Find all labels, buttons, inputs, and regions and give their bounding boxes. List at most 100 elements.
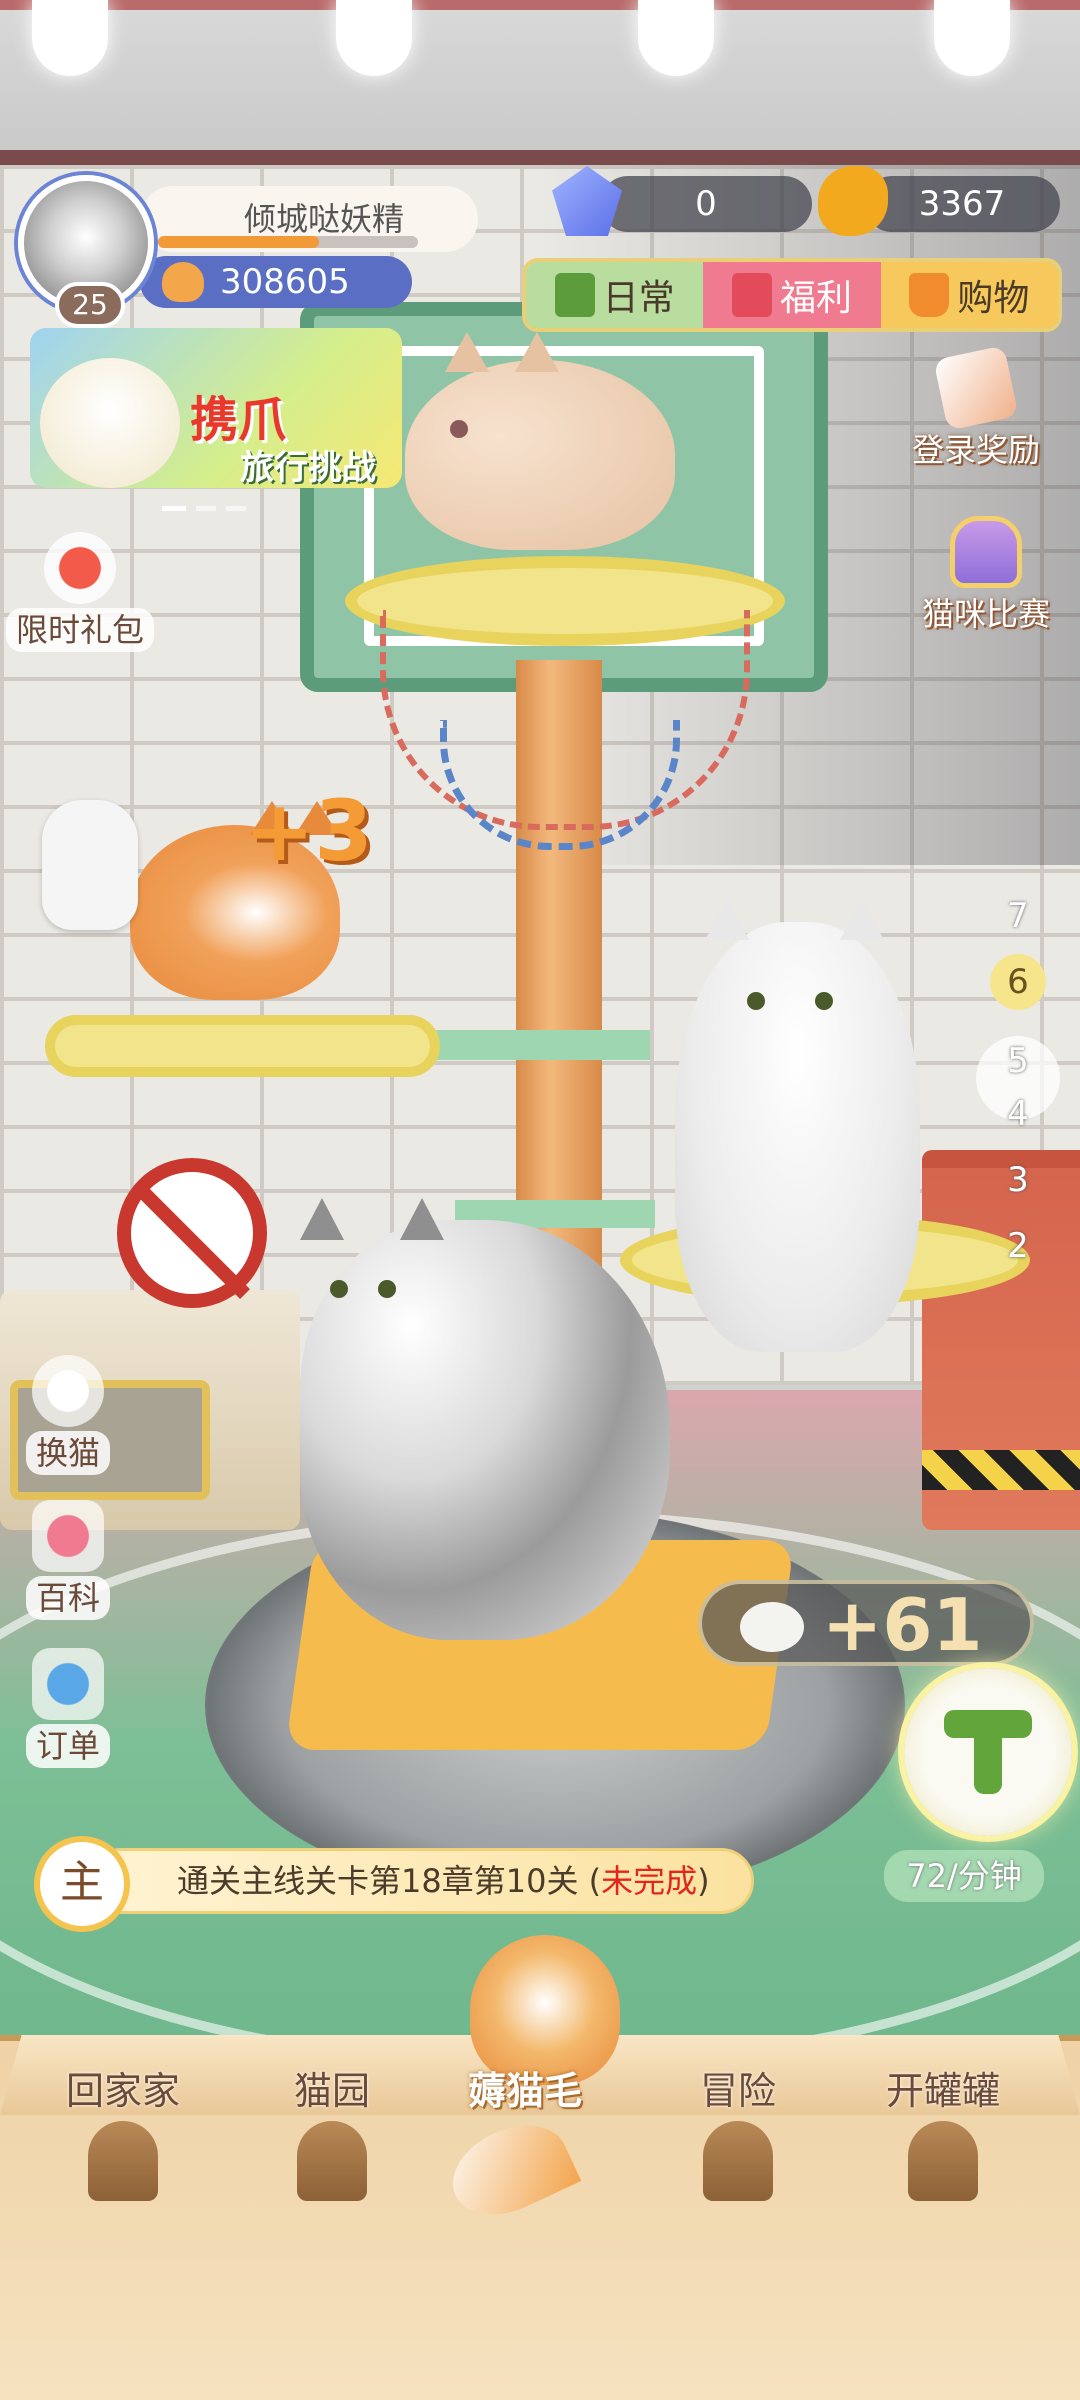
floor-selector: 7 6 5 4 3 2 — [976, 888, 1060, 1268]
login-reward-button[interactable]: 登录奖励 — [912, 345, 1041, 472]
pager-dot — [196, 506, 216, 511]
fish-counter[interactable]: 3367 — [864, 176, 1060, 232]
ceiling-light — [336, 0, 412, 76]
fur-amount: +61 — [822, 1583, 983, 1667]
cat-ear — [840, 900, 884, 940]
cat-eye — [815, 992, 833, 1010]
nav-adventure-label: 冒险 — [700, 2069, 777, 2113]
gem-value: 0 — [695, 184, 717, 224]
bonus-popup: +3 — [244, 782, 373, 880]
tab-shop[interactable]: 购物 — [880, 262, 1058, 328]
cat-ear — [445, 332, 489, 372]
floor-6[interactable]: 6 — [990, 954, 1046, 1010]
cat-eye — [378, 1280, 396, 1298]
player-level-badge: 25 — [55, 282, 125, 328]
tab-daily-label: 日常 — [602, 278, 675, 319]
nav-open-cans-label: 开罐罐 — [886, 2069, 1001, 2113]
limited-gift-button[interactable]: 限时礼包 — [6, 532, 155, 652]
nav-pluck-fur[interactable]: 薅猫毛 — [468, 2060, 582, 2115]
cat-coin-icon — [162, 262, 204, 302]
travel-challenge-banner[interactable]: 携爪 旅行挑战 — [30, 328, 402, 488]
xp-bar — [158, 236, 418, 248]
calendar-icon — [933, 345, 1019, 431]
nav-cat-garden-label: 猫园 — [294, 2069, 371, 2113]
hazard-stripes — [922, 1450, 1080, 1490]
pager-dot — [226, 506, 246, 511]
fur-ball-icon — [740, 1602, 804, 1652]
quest-close: ) — [697, 1862, 710, 1900]
login-reward-label: 登录奖励 — [912, 431, 1041, 469]
fur-rate: 72/分钟 — [884, 1850, 1044, 1902]
orders-label: 订单 — [26, 1724, 111, 1768]
nav-home[interactable]: 回家家 — [66, 2060, 180, 2201]
crown-icon — [950, 516, 1022, 588]
player-coins[interactable]: 308605 — [140, 256, 412, 308]
floor-4[interactable]: 4 — [990, 1086, 1046, 1142]
peg-icon — [297, 2121, 367, 2201]
cat-cream-top[interactable] — [405, 332, 675, 550]
cat-ear — [705, 900, 749, 940]
floor-2[interactable]: 2 — [990, 1218, 1046, 1274]
fur-collected-bubble[interactable]: +61 — [698, 1580, 1034, 1666]
collect-fur-button[interactable] — [904, 1668, 1072, 1836]
cat-contest-button[interactable]: 猫咪比赛 — [922, 516, 1050, 636]
tab-welfare-label: 福利 — [779, 278, 852, 319]
coins-value: 308605 — [220, 262, 350, 302]
ceiling-light — [638, 0, 714, 76]
basket-icon — [909, 273, 950, 317]
gift-box-icon — [44, 532, 116, 604]
nav-pluck-fur-label: 薅猫毛 — [468, 2069, 583, 2113]
tab-welfare[interactable]: 福利 — [703, 262, 881, 328]
cat-white-sitting[interactable] — [675, 900, 920, 1352]
swap-cat-label: 换猫 — [26, 1431, 111, 1475]
nav-cat-garden[interactable]: 猫园 — [294, 2060, 370, 2201]
quest-text: 通关主线关卡第18章第10关 ( — [177, 1862, 602, 1900]
nav-open-cans[interactable]: 开罐罐 — [886, 2060, 1000, 2201]
encyclopedia-label: 百科 — [26, 1576, 111, 1620]
peg-icon — [88, 2121, 158, 2201]
xp-fill — [158, 236, 320, 248]
left-shelf[interactable] — [45, 1015, 440, 1077]
pager-dot — [162, 506, 186, 511]
cat-eye — [747, 992, 765, 1010]
nav-adventure[interactable]: 冒险 — [700, 2060, 776, 2201]
peg-icon — [908, 2121, 978, 2201]
swap-cat-button[interactable]: 换猫 — [26, 1355, 111, 1475]
main-quest[interactable]: 通关主线关卡第18章第10关 (未完成) 主 — [34, 1836, 754, 1932]
ticket-icon — [32, 1648, 104, 1720]
fish-value: 3367 — [918, 184, 1006, 224]
petting-hand-icon — [42, 800, 138, 930]
checklist-icon — [554, 273, 595, 317]
quest-badge: 主 — [34, 1836, 130, 1932]
banner-subtitle: 旅行挑战 — [240, 448, 376, 488]
fish-add-icon[interactable] — [818, 166, 888, 236]
gift-icon — [731, 273, 772, 317]
peg-icon — [703, 2121, 773, 2201]
cat-ear — [515, 332, 559, 372]
cat-eye — [450, 420, 468, 438]
floor-7[interactable]: 7 — [990, 888, 1046, 944]
tab-shop-label: 购物 — [957, 278, 1030, 319]
cat-ear — [400, 1198, 444, 1240]
gem-counter[interactable]: 0 — [600, 176, 812, 232]
floor-3[interactable]: 3 — [990, 1152, 1046, 1208]
tab-daily[interactable]: 日常 — [526, 262, 704, 328]
cat-contest-label: 猫咪比赛 — [922, 595, 1051, 633]
cat-binoculars-icon — [40, 358, 180, 488]
swap-icon — [32, 1355, 104, 1427]
banner-pager — [162, 506, 246, 511]
cat-tabby-lying[interactable] — [300, 1198, 670, 1640]
limited-gift-label: 限时礼包 — [6, 608, 155, 652]
book-icon — [32, 1500, 104, 1572]
orders-button[interactable]: 订单 — [26, 1648, 111, 1768]
quest-text-bar: 通关主线关卡第18章第10关 (未完成) — [88, 1848, 754, 1914]
ceiling-strip — [0, 0, 1080, 10]
ceiling-light — [934, 0, 1010, 76]
quest-status: 未完成 — [601, 1862, 698, 1900]
cat-ear — [300, 1198, 344, 1240]
encyclopedia-button[interactable]: 百科 — [26, 1500, 111, 1620]
no-horn-sign — [117, 1158, 267, 1308]
ceiling-light — [32, 0, 108, 76]
ceiling — [0, 0, 1080, 160]
game-screen: +3 倾城哒妖精 308605 25 0 3367 日常 福利 购物 携爪 旅行… — [0, 0, 1080, 2400]
